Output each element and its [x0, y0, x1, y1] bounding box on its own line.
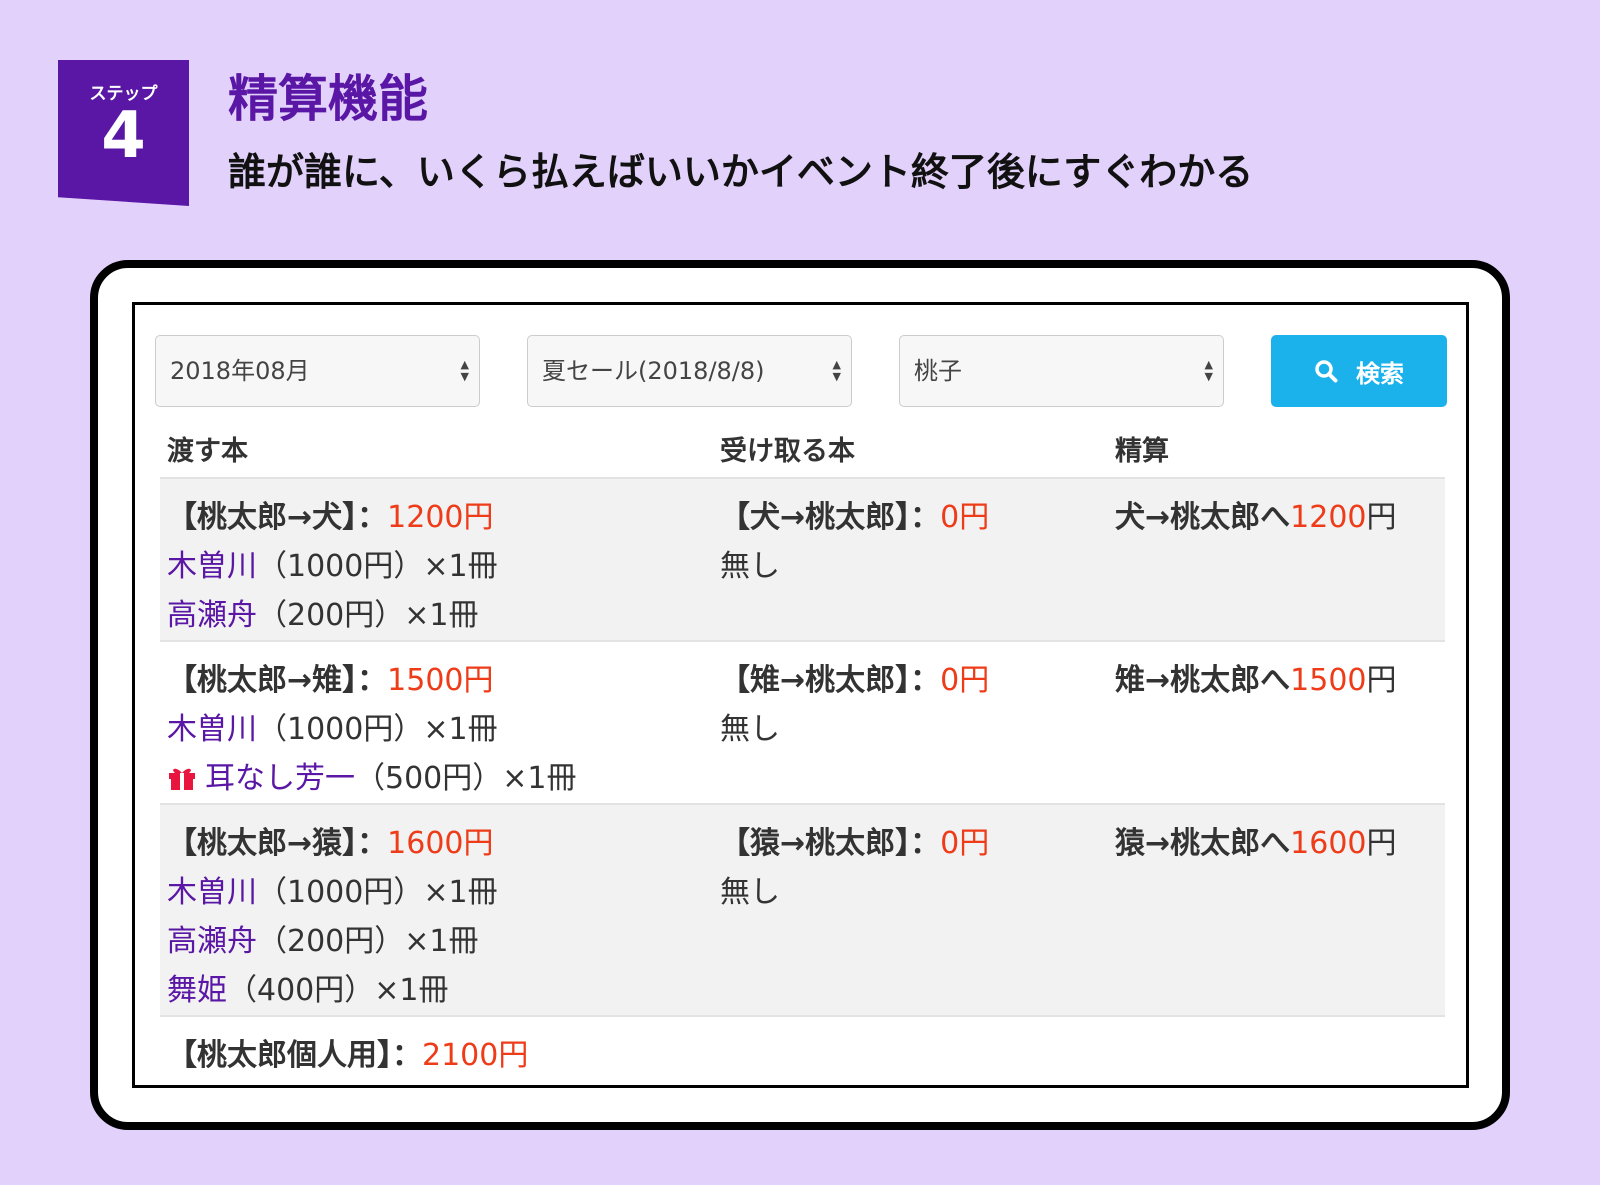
settle-text: 雉→桃太郎へ [1115, 663, 1291, 698]
user-select-value: 桃子 [914, 357, 962, 385]
give-cell: 【桃太郎→猿】：1600円 木曽川（1000円）×1冊 高瀬舟（200円）×1冊… [167, 819, 498, 1015]
table-row: 【桃太郎→猿】：1600円 木曽川（1000円）×1冊 高瀬舟（200円）×1冊… [160, 803, 1445, 1015]
receive-note: 無し [720, 875, 780, 910]
give-header: 【桃太郎→雉】： [167, 663, 388, 698]
settle-cell: 猿→桃太郎へ1600円 [1115, 819, 1397, 868]
month-select-value: 2018年08月 [170, 357, 310, 385]
app-screen: 2018年08月 ▲ ▼ 夏セール(2018/8/8) ▲ ▼ 桃子 ▲ ▼ 検索 渡… [132, 302, 1469, 1088]
step-number: 4 [101, 99, 146, 173]
step-badge: ステップ 4 [58, 60, 189, 206]
column-header-settle: 精算 [1115, 436, 1169, 467]
receive-header: 【雉→桃太郎】： [720, 663, 941, 698]
month-select[interactable]: 2018年08月 ▲ ▼ [155, 335, 480, 407]
book-link[interactable]: 木曽川 [167, 549, 257, 584]
give-amount: 1200円 [387, 500, 494, 535]
select-arrows-icon: ▲ ▼ [1204, 358, 1213, 383]
settle-amount: 1200 [1290, 500, 1367, 535]
give-cell: 【桃太郎→雉】：1500円 木曽川（1000円）×1冊 耳なし芳一（500円）×… [167, 656, 576, 803]
receive-note: 無し [720, 712, 780, 747]
book-detail: （200円）×1冊 [257, 598, 479, 633]
table-row: 【桃太郎個人用】：2100円 [160, 1015, 1445, 1085]
give-header: 【桃太郎個人用】： [167, 1038, 422, 1073]
settle-amount: 1500 [1290, 663, 1367, 698]
settle-text: 猿→桃太郎へ [1115, 826, 1291, 861]
settle-amount: 1600 [1290, 826, 1367, 861]
book-link[interactable]: 耳なし芳一 [205, 761, 355, 796]
table-row: 【桃太郎→雉】：1500円 木曽川（1000円）×1冊 耳なし芳一（500円）×… [160, 640, 1445, 803]
give-header: 【桃太郎→猿】： [167, 826, 388, 861]
feature-title: 精算機能 [228, 70, 428, 128]
receive-cell: 【雉→桃太郎】：0円 無し [720, 656, 989, 754]
receive-note: 無し [720, 549, 780, 584]
book-link[interactable]: 高瀬舟 [167, 924, 257, 959]
feature-subtitle: 誰が誰に、いくら払えばいいかイベント終了後にすぐわかる [228, 150, 1254, 194]
settle-unit: 円 [1366, 663, 1397, 698]
settle-cell: 雉→桃太郎へ1500円 [1115, 656, 1397, 705]
give-header: 【桃太郎→犬】： [167, 500, 388, 535]
column-header-receive: 受け取る本 [720, 436, 855, 467]
search-button[interactable]: 検索 [1271, 335, 1447, 407]
give-amount: 2100円 [422, 1038, 529, 1073]
book-detail: （1000円）×1冊 [257, 712, 498, 747]
gift-icon [169, 768, 195, 790]
give-cell: 【桃太郎→犬】：1200円 木曽川（1000円）×1冊 高瀬舟（200円）×1冊 [167, 493, 498, 640]
receive-header: 【犬→桃太郎】： [720, 500, 941, 535]
settle-text: 犬→桃太郎へ [1115, 500, 1291, 535]
search-icon [1315, 360, 1338, 383]
book-detail: （1000円）×1冊 [257, 875, 498, 910]
book-link[interactable]: 舞姫 [167, 973, 227, 1008]
book-detail: （200円）×1冊 [257, 924, 479, 959]
search-button-label: 検索 [1356, 359, 1404, 388]
book-detail: （1000円）×1冊 [257, 549, 498, 584]
settle-unit: 円 [1366, 500, 1397, 535]
receive-cell: 【猿→桃太郎】：0円 無し [720, 819, 989, 917]
book-detail: （400円）×1冊 [227, 973, 449, 1008]
book-detail: （500円）×1冊 [355, 761, 577, 796]
table-row: 【桃太郎→犬】：1200円 木曽川（1000円）×1冊 高瀬舟（200円）×1冊… [160, 477, 1445, 640]
book-link[interactable]: 木曽川 [167, 712, 257, 747]
event-select-value: 夏セール(2018/8/8) [542, 357, 765, 385]
event-select[interactable]: 夏セール(2018/8/8) ▲ ▼ [527, 335, 852, 407]
give-amount: 1600円 [387, 826, 494, 861]
select-arrows-icon: ▲ ▼ [832, 358, 841, 383]
user-select[interactable]: 桃子 ▲ ▼ [899, 335, 1224, 407]
settle-unit: 円 [1366, 826, 1397, 861]
receive-amount: 0円 [940, 500, 990, 535]
select-arrows-icon: ▲ ▼ [460, 358, 469, 383]
settle-cell: 犬→桃太郎へ1200円 [1115, 493, 1397, 542]
receive-cell: 【犬→桃太郎】：0円 無し [720, 493, 989, 591]
give-amount: 1500円 [387, 663, 494, 698]
receive-amount: 0円 [940, 826, 990, 861]
column-header-give: 渡す本 [167, 436, 248, 467]
book-link[interactable]: 木曽川 [167, 875, 257, 910]
book-link[interactable]: 高瀬舟 [167, 598, 257, 633]
give-cell: 【桃太郎個人用】：2100円 [167, 1031, 528, 1080]
receive-header: 【猿→桃太郎】： [720, 826, 941, 861]
receive-amount: 0円 [940, 663, 990, 698]
